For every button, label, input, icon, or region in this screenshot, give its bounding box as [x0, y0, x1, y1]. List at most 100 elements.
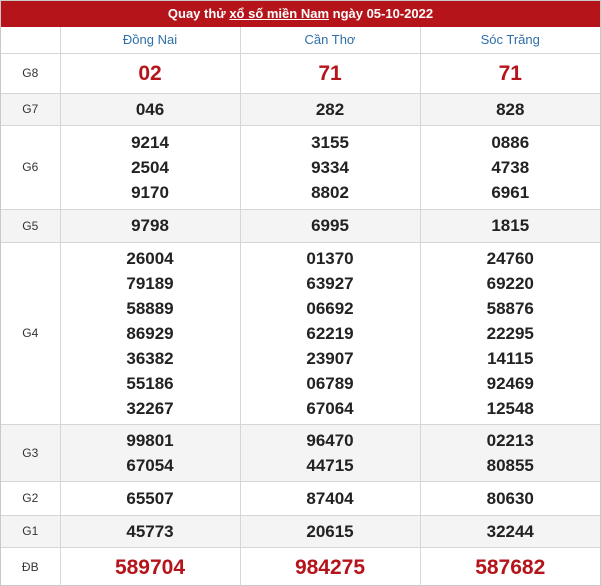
- prize-label: G7: [1, 92, 61, 126]
- prize-label: G4: [1, 241, 61, 425]
- prize-cell: 282: [239, 92, 421, 126]
- prize-number: 71: [498, 61, 522, 85]
- prize-number: 9170: [131, 182, 169, 202]
- prize-number: 02: [138, 61, 162, 85]
- prize-number: 22295: [486, 323, 534, 343]
- prize-number: 79189: [126, 273, 174, 293]
- prize-cell: 26004 79189 58889 86929 36382 55186 32267: [59, 241, 241, 425]
- results-title: Quay thử xổ số miền Nam ngày 05-10-2022: [1, 1, 600, 27]
- prize-label: G6: [1, 124, 61, 210]
- prize-number: 06789: [306, 373, 354, 393]
- province-name: Đồng Nai: [59, 27, 241, 54]
- province-header-row: Đồng Nai Cần Thơ Sóc Trăng: [1, 27, 600, 54]
- prize-number: 58889: [126, 298, 174, 318]
- prize-number: 984275: [294, 555, 366, 579]
- prize-number: 24760: [486, 248, 534, 268]
- title-link[interactable]: xổ số miền Nam: [229, 6, 329, 21]
- prize-row: G3 99801 67054 96470 44715 02213 80855: [1, 423, 600, 482]
- prize-number: 87404: [306, 488, 354, 508]
- prize-number: 92469: [486, 373, 534, 393]
- prize-number: 2504: [131, 157, 169, 177]
- province-name: Cần Thơ: [239, 27, 421, 54]
- title-prefix: Quay thử: [167, 6, 230, 21]
- prize-cell: 87404: [239, 480, 421, 516]
- prize-number: 12548: [486, 398, 534, 418]
- prize-cell: 65507: [59, 480, 241, 516]
- title-suffix: ngày 05-10-2022: [329, 6, 434, 21]
- prize-number: 587682: [475, 555, 546, 579]
- prize-cell: 32244: [419, 514, 600, 548]
- prize-number: 9214: [131, 132, 169, 152]
- prize-cell: 046: [59, 92, 241, 126]
- prize-cell: 9214 2504 9170: [59, 124, 241, 210]
- prize-cell: 01370 63927 06692 62219 23907 06789 67064: [239, 241, 421, 425]
- prize-cell: 984275: [239, 546, 421, 586]
- prize-number: 63927: [306, 273, 354, 293]
- prize-number: 6995: [311, 216, 349, 235]
- prize-cell: 9798: [59, 208, 241, 243]
- prize-cell: 02213 80855: [419, 423, 600, 482]
- prize-cell: 587682: [419, 546, 600, 586]
- prize-number: 58876: [486, 298, 534, 318]
- prize-number: 32267: [126, 398, 174, 418]
- prize-number: 8802: [311, 182, 349, 202]
- prize-number: 1815: [491, 216, 530, 235]
- results-table: Đồng Nai Cần Thơ Sóc Trăng G8 02 71 71 G7 046…: [1, 27, 600, 586]
- prize-cell: 20615: [239, 514, 421, 548]
- prize-cell: 96470 44715: [239, 423, 421, 482]
- prize-row: ĐB 589704 984275 587682: [1, 546, 600, 586]
- prize-number: 589704: [114, 555, 186, 579]
- prize-number: 62219: [306, 323, 354, 343]
- prize-cell: 589704: [59, 546, 241, 586]
- prize-row: G8 02 71 71: [1, 52, 600, 94]
- lottery-results-panel: Quay thử xổ số miền Nam ngày 05-10-2022 …: [0, 0, 601, 586]
- prize-number: 55186: [126, 373, 174, 393]
- prize-cell: 71: [239, 52, 421, 94]
- prize-number: 828: [496, 99, 525, 119]
- prize-cell: 45773: [59, 514, 241, 548]
- prize-label: G2: [1, 480, 61, 516]
- prize-row: G1 45773 20615 32244: [1, 514, 600, 548]
- prize-number: 80855: [486, 455, 534, 475]
- prize-cell: 99801 67054: [59, 423, 241, 482]
- prize-number: 06692: [306, 298, 354, 318]
- prize-number: 01370: [306, 248, 354, 268]
- prize-number: 65507: [126, 488, 174, 508]
- prize-number: 67064: [306, 398, 354, 418]
- prize-number: 14115: [487, 348, 534, 368]
- corner-cell: [1, 27, 61, 54]
- prize-cell: 6995: [239, 208, 421, 243]
- prize-label: G8: [1, 52, 61, 94]
- prize-number: 96470: [306, 430, 354, 450]
- prize-number: 282: [315, 99, 345, 119]
- prize-cell: 24760 69220 58876 22295 14115 92469 12548: [419, 241, 600, 425]
- prize-number: 02213: [486, 430, 534, 450]
- prize-row: G2 65507 87404 80630: [1, 480, 600, 516]
- prize-number: 45773: [126, 521, 174, 541]
- prize-cell: 71: [419, 52, 600, 94]
- prize-number: 4738: [491, 157, 530, 177]
- prize-row: G5 9798 6995 1815: [1, 208, 600, 243]
- prize-cell: 1815: [419, 208, 600, 243]
- prize-label: ĐB: [1, 546, 61, 586]
- prize-row: G4 26004 79189 58889 86929 36382 55186 32267 013…: [1, 241, 600, 425]
- prize-cell: 02: [59, 52, 241, 94]
- prize-number: 9334: [311, 157, 349, 177]
- prize-number: 3155: [311, 132, 349, 152]
- prize-number: 80630: [486, 488, 534, 508]
- prize-row: G7 046 282 828: [1, 92, 600, 126]
- prize-number: 71: [318, 61, 342, 85]
- prize-number: 99801: [126, 430, 174, 450]
- prize-number: 23907: [306, 348, 354, 368]
- prize-number: 20615: [306, 521, 354, 541]
- province-name: Sóc Trăng: [419, 27, 600, 54]
- prize-row: G6 9214 2504 9170 3155 9334 8802 0886 4738 6961: [1, 124, 600, 210]
- prize-label: G1: [1, 514, 61, 548]
- prize-number: 86929: [126, 323, 174, 343]
- prize-cell: 3155 9334 8802: [239, 124, 421, 210]
- prize-cell: 828: [419, 92, 600, 126]
- prize-number: 9798: [131, 216, 169, 235]
- prize-number: 0886: [491, 132, 530, 152]
- prize-number: 36382: [126, 348, 174, 368]
- prize-number: 6961: [491, 182, 530, 202]
